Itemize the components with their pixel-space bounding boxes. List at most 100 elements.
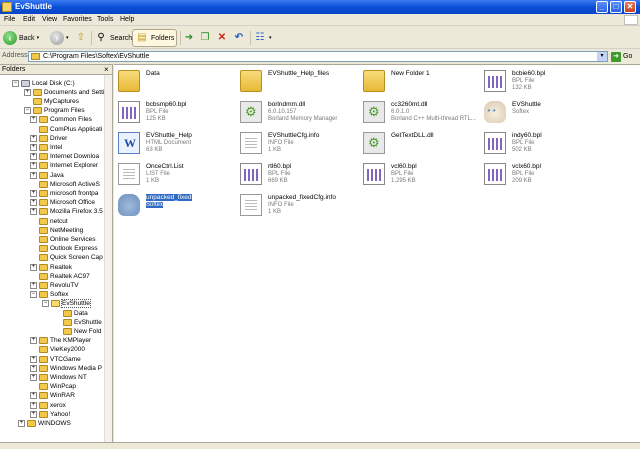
expand-icon[interactable]: +	[24, 88, 31, 96]
file-item[interactable]: EVShuttleCfg.info INFO File 1 KB	[238, 130, 358, 164]
copy-to-button[interactable]: ❐	[198, 30, 212, 46]
file-item[interactable]: EVShuttle_Help_files	[238, 68, 358, 102]
up-folder-icon: ⇧	[76, 32, 86, 43]
file-item[interactable]: rtl60.bpl BPL File 669 KB	[238, 161, 358, 195]
file-item[interactable]: cc3260mt.dll6.0.1.0Borland C++ Multi-thr…	[361, 99, 481, 133]
menu-favorites[interactable]: Favorites	[63, 16, 92, 23]
expand-icon[interactable]: +	[30, 373, 37, 381]
close-button[interactable]: ✕	[624, 1, 636, 13]
move-to-button[interactable]: ➜	[182, 30, 196, 46]
expand-icon[interactable]: +	[30, 116, 37, 124]
folder-icon	[39, 346, 48, 354]
tree-item-label: EvShuttle	[61, 299, 91, 309]
folder-icon	[39, 364, 48, 372]
file-type: BPL File	[391, 171, 414, 177]
address-input[interactable]: C:\Program Files\Softex\EvShuttle ▾	[28, 51, 608, 62]
tree-item-label: ComPlus Applicati	[50, 125, 103, 133]
file-item[interactable]: borlndmm.dll6.0.10.157Borland Memory Man…	[238, 99, 358, 133]
windows-logo-icon	[624, 15, 638, 25]
file-item[interactable]: EVShuttle_HelpHTML Document63 KB	[116, 130, 236, 164]
file-size: 669 KB	[268, 178, 288, 184]
tree-item[interactable]: + WINDOWS	[18, 418, 71, 428]
bpl-file-icon	[484, 70, 506, 92]
forward-button[interactable]: › ▾	[50, 30, 69, 46]
file-item[interactable]: bcbie60.bpl BPL File 132 KB	[482, 68, 602, 102]
file-item[interactable]: Data	[116, 68, 236, 102]
views-dropdown-icon[interactable]: ▾	[269, 35, 272, 41]
file-size: 125 KB	[146, 116, 166, 122]
tree-item-label: Windows Media P	[50, 364, 103, 372]
expand-icon[interactable]: +	[30, 162, 37, 170]
collapse-icon[interactable]: −	[24, 107, 31, 115]
file-item[interactable]: vcl60.bpl BPL File 1,295 KB	[361, 161, 481, 195]
views-button[interactable]: ☷ ▾	[253, 30, 272, 46]
minimize-button[interactable]: _	[596, 1, 608, 13]
title-bar[interactable]: EvShuttle _ □ ✕	[0, 0, 640, 14]
expand-icon[interactable]: +	[30, 337, 37, 345]
dll-file-icon	[363, 101, 385, 123]
folder-icon	[39, 291, 48, 299]
expand-icon[interactable]: +	[30, 153, 37, 161]
up-folder-button[interactable]: ⇧	[74, 30, 88, 46]
file-name: unpacked_fixedCfg.info	[268, 194, 336, 201]
expand-icon[interactable]: +	[18, 419, 25, 427]
folder-icon	[39, 162, 48, 170]
file-item[interactable]: EVShuttleSoftex	[482, 99, 602, 133]
back-button[interactable]: ‹ Back ▾	[3, 30, 39, 46]
tree-item-label: Windows NT	[50, 373, 87, 381]
undo-button[interactable]: ↶	[232, 30, 246, 46]
menu-tools[interactable]: Tools	[97, 16, 113, 23]
address-dropdown-icon[interactable]: ▾	[597, 52, 607, 61]
file-item[interactable]: OnceCtrl.List LIST File 1 KB	[116, 161, 236, 195]
expand-icon[interactable]: +	[30, 208, 37, 216]
file-item[interactable]: bcbsmp60.bpl BPL File 125 KB	[116, 99, 236, 133]
collapse-icon[interactable]: −	[12, 79, 19, 87]
expand-icon[interactable]: +	[30, 171, 37, 179]
tree-vertical-scrollbar[interactable]	[104, 75, 112, 442]
folder-icon	[39, 383, 48, 391]
expand-icon[interactable]: +	[30, 281, 37, 289]
search-button[interactable]: ⚲ Search	[94, 30, 132, 46]
delete-button[interactable]: ✕	[215, 30, 229, 46]
folder-icon	[39, 235, 48, 243]
menu-help[interactable]: Help	[120, 16, 134, 23]
disk-icon	[21, 79, 30, 87]
expand-icon[interactable]: +	[30, 392, 37, 400]
menu-view[interactable]: View	[42, 16, 57, 23]
collapse-icon[interactable]: −	[42, 300, 49, 308]
expand-icon[interactable]: +	[30, 364, 37, 372]
folder-icon	[39, 245, 48, 253]
file-item[interactable]: vclx60.bpl BPL File 209 KB	[482, 161, 602, 195]
expand-icon[interactable]: +	[30, 199, 37, 207]
info-file-icon	[118, 163, 140, 185]
go-label: Go	[623, 53, 633, 60]
expand-icon[interactable]: +	[30, 355, 37, 363]
file-item[interactable]: unpacked_fixed Softex	[116, 192, 236, 226]
folder-icon	[39, 392, 48, 400]
folder-icon	[118, 70, 140, 92]
file-item[interactable]: New Folder 1	[361, 68, 481, 102]
address-bar: Address C:\Program Files\Softex\EvShuttl…	[0, 50, 640, 63]
expand-icon[interactable]: +	[30, 401, 37, 409]
folders-button[interactable]: ▤ Folders	[132, 29, 177, 47]
back-dropdown-icon[interactable]: ▾	[37, 35, 40, 41]
menu-edit[interactable]: Edit	[23, 16, 35, 23]
go-button[interactable]: ➜ Go	[611, 51, 632, 62]
file-type: 6.0.10.157	[268, 109, 297, 115]
file-item[interactable]: unpacked_fixedCfg.info INFO File 1 KB	[238, 192, 358, 226]
expand-icon[interactable]: +	[30, 410, 37, 418]
tree-item-label: Realtek	[50, 263, 73, 271]
expand-icon[interactable]: +	[30, 189, 37, 197]
maximize-button[interactable]: □	[610, 1, 622, 13]
menu-file[interactable]: File	[4, 16, 15, 23]
forward-dropdown-icon[interactable]: ▾	[66, 35, 69, 41]
file-item[interactable]: GetTextDLL.dll	[361, 130, 481, 164]
expand-icon[interactable]: +	[30, 143, 37, 151]
tree-item-label: Documents and Settin	[44, 88, 108, 96]
close-pane-icon[interactable]: ×	[104, 65, 109, 74]
tree-item-label: WinRAR	[50, 392, 75, 400]
file-item[interactable]: indy60.bpl BPL File 502 KB	[482, 130, 602, 164]
collapse-icon[interactable]: −	[30, 291, 37, 299]
expand-icon[interactable]: +	[30, 134, 37, 142]
expand-icon[interactable]: +	[30, 263, 37, 271]
